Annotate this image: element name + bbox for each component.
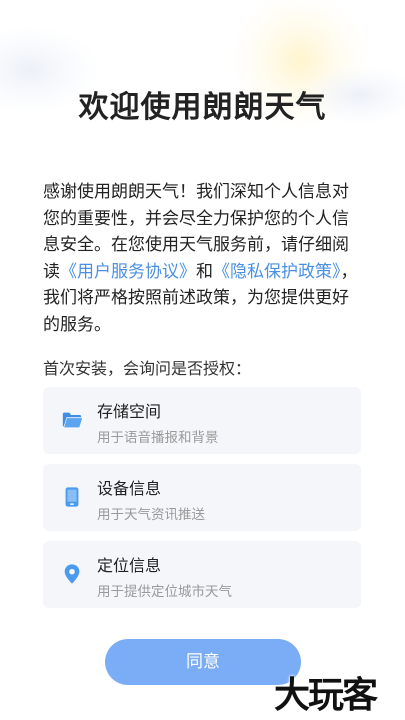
user-agreement-link[interactable]: 《用户服务协议》 (60, 262, 196, 282)
background-decoration (0, 0, 405, 130)
permission-name: 存储空间 (97, 402, 162, 421)
folder-icon (62, 412, 83, 428)
privacy-policy-link[interactable]: 《隐私保护政策》 (213, 262, 341, 282)
permission-card-location: 定位信息 用于提供定位城市天气 (43, 541, 361, 608)
permission-desc: 用于天气资讯推送 (97, 507, 205, 523)
permission-card-storage: 存储空间 用于语音播报和背景 (43, 387, 361, 454)
intro-text: 感谢使用朗朗天气！我们深知个人信息对您的重要性，并会尽全力保护您的个人信息安全。… (43, 179, 363, 338)
dialog-title: 欢迎使用朗朗天气 (78, 90, 327, 125)
watermark-logo: 大玩客 (274, 675, 378, 716)
permission-name: 定位信息 (97, 556, 162, 575)
location-pin-icon (64, 564, 80, 584)
permission-desc: 用于提供定位城市天气 (97, 584, 232, 600)
phone-icon (65, 487, 79, 507)
permission-card-device: 设备信息 用于天气资讯推送 (43, 464, 361, 531)
permission-name: 设备信息 (97, 479, 162, 498)
intro-text-and: 和 (196, 261, 213, 282)
agree-button[interactable]: 同意 (105, 639, 301, 685)
permission-desc: 用于语音播报和背景 (97, 430, 219, 446)
permissions-heading: 首次安装，会询问是否授权： (43, 359, 252, 378)
